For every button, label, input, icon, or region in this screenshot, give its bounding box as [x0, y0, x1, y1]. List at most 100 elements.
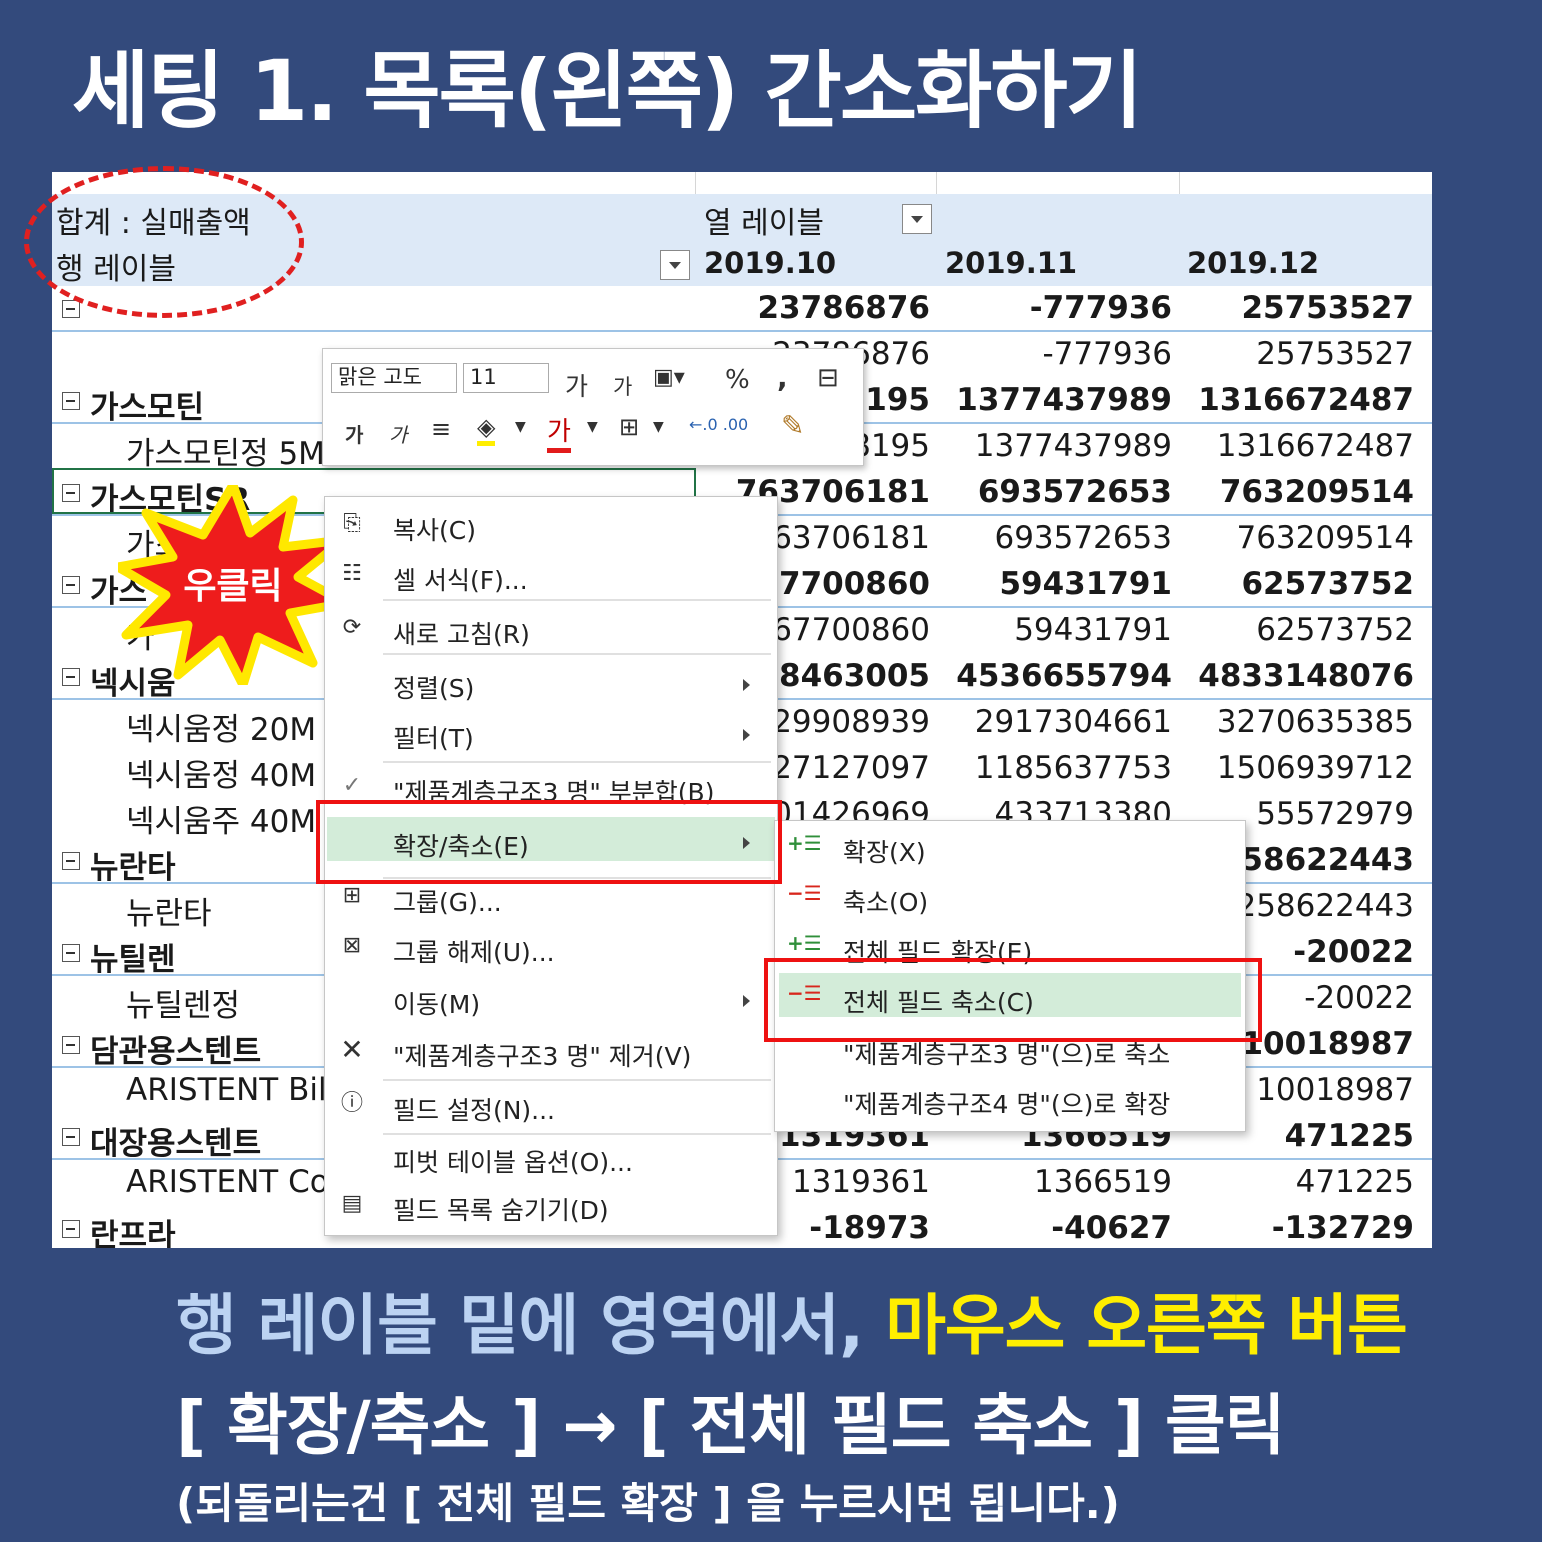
caption-line-1-a: 행 레이블 밑에 영역에서, — [176, 1287, 886, 1364]
value-cell: 58463005 — [757, 658, 930, 694]
borders-dropdown-icon[interactable]: ▼ — [653, 419, 664, 435]
caption-line-3: (되돌리는건 [ 전체 필드 확장 ] 을 누르시면 됩니다.) — [176, 1479, 1120, 1528]
context-menu-item[interactable]: 필드 목록 숨기기(D) — [393, 1191, 609, 1227]
percent-icon[interactable]: % — [725, 365, 750, 395]
italic-icon[interactable]: 가 — [389, 419, 407, 448]
font-size-box[interactable]: 11 — [463, 363, 549, 393]
context-menu-item[interactable]: 그룹 해제(U)... — [393, 933, 555, 969]
context-menu-item[interactable]: "제품계층구조3 명" 제거(V) — [393, 1037, 691, 1073]
value-cell: 62573752 — [1241, 566, 1414, 602]
submenu-item[interactable]: 확장(X) — [843, 833, 926, 869]
value-cell: 3270635385 — [1216, 704, 1414, 740]
context-menu-item[interactable]: 복사(C) — [393, 511, 476, 547]
value-cell: 62573752 — [1256, 612, 1414, 648]
value-cell: 1319361 — [791, 1164, 930, 1200]
column-header: 2019.10 — [704, 246, 837, 280]
highlight-box-expand-collapse — [316, 800, 782, 884]
field-settings-icon: ⓘ — [340, 1091, 363, 1116]
row-label-cell: 란프라 — [90, 1218, 176, 1248]
row-label-cell: 대장용스텐트 — [90, 1126, 262, 1162]
copy-icon: ⎘ — [343, 511, 361, 536]
font-color-icon[interactable]: 가 — [547, 411, 571, 453]
context-menu-item[interactable]: 새로 고침(R) — [393, 615, 530, 651]
col-label: 열 레이블 — [704, 206, 824, 241]
value-cell: 1366519 — [1033, 1164, 1172, 1200]
mini-toolbar: 맑은 고도 11 가 가 ▣▾ % , ⊟ 가 가 ≡ ◈ ▼ 가 ▼ ⊞ ▼ … — [322, 348, 864, 466]
value-cell: 25753527 — [1241, 290, 1414, 326]
accounting-format-icon[interactable]: ▣▾ — [653, 365, 685, 390]
value-cell: 471225 — [1284, 1118, 1414, 1154]
row-label-cell: 가스모틴정 5M — [126, 436, 325, 472]
ungroup-icon: ⊠ — [342, 933, 362, 958]
refresh-icon: ⟳ — [342, 615, 362, 640]
align-center-icon[interactable]: ≡ — [431, 415, 451, 443]
value-cell: 4536655794 — [956, 658, 1172, 694]
value-cell: 763209514 — [1219, 474, 1414, 510]
collapse-toggle-icon[interactable] — [62, 576, 80, 594]
context-menu-item[interactable]: 셀 서식(F)... — [393, 561, 528, 597]
collapse-toggle-icon[interactable] — [62, 1036, 80, 1054]
value-cell: 4833148076 — [1198, 658, 1414, 694]
expand-all-icon: +☰ — [787, 931, 822, 955]
submenu-item[interactable]: 축소(O) — [843, 883, 928, 919]
row-label-cell: ARISTENT Col — [126, 1164, 338, 1200]
value-cell: 127127097 — [752, 750, 930, 786]
shrink-font-icon[interactable]: 가 — [613, 371, 632, 401]
value-cell: 25753527 — [1256, 336, 1414, 372]
comma-style-icon[interactable]: , — [777, 361, 788, 394]
collapse-toggle-icon[interactable] — [62, 668, 80, 686]
value-cell: 2917304661 — [974, 704, 1172, 740]
context-menu-item[interactable]: 피벗 테이블 옵션(O)... — [393, 1143, 633, 1179]
fill-color-icon[interactable]: ◈ — [477, 413, 496, 446]
value-cell: 1506939712 — [1216, 750, 1414, 786]
right-click-burst: 우클릭 — [118, 485, 348, 685]
submenu-arrow-icon — [743, 995, 750, 1007]
borders-icon[interactable]: ⊞ — [619, 413, 639, 441]
row-label-cell: 넥시움주 40M — [126, 804, 317, 840]
value-cell: 258622443 — [1236, 888, 1414, 924]
value-cell: 1377437989 — [974, 428, 1172, 464]
wrap-columns-icon[interactable]: ⊟ — [817, 363, 839, 393]
submenu-item[interactable]: "제품계층구조4 명"(으)로 확장 — [843, 1085, 1170, 1121]
font-name-box[interactable]: 맑은 고도 — [331, 363, 457, 393]
value-cell: 1185637753 — [974, 750, 1172, 786]
fill-color-dropdown-icon[interactable]: ▼ — [515, 419, 526, 435]
collapse-toggle-icon[interactable] — [62, 852, 80, 870]
caption-line-1: 행 레이블 밑에 영역에서, 마우스 오른쪽 버튼 — [176, 1272, 1408, 1368]
value-cell: 1377437989 — [956, 382, 1172, 418]
bold-icon[interactable]: 가 — [345, 419, 363, 448]
collapse-toggle-icon[interactable] — [62, 1220, 80, 1238]
value-cell: 258622443 — [1219, 842, 1414, 878]
paint-brush-icon[interactable]: ✎ — [781, 409, 804, 442]
value-cell: 763706181 — [752, 520, 930, 556]
col-label-filter-button[interactable] — [902, 204, 932, 234]
row-label-cell: 뉴란타 — [90, 850, 176, 886]
row-label-cell: 뉴틸렌 — [90, 942, 176, 978]
increase-decimal-icon[interactable]: ←.0 .00 — [689, 415, 748, 434]
context-menu-item[interactable]: 필드 설정(N)... — [393, 1091, 555, 1127]
grow-font-icon[interactable]: 가 — [565, 367, 588, 403]
value-cell: -18973 — [809, 1210, 930, 1246]
row-label-cell: 가스모틴 — [90, 390, 205, 426]
context-menu-item[interactable]: 정렬(S) — [393, 669, 474, 705]
collapse-toggle-icon[interactable] — [62, 300, 80, 318]
value-cell: 59431791 — [1014, 612, 1172, 648]
collapse-toggle-icon[interactable] — [62, 1128, 80, 1146]
row-label-filter-button[interactable] — [660, 250, 690, 280]
menu-separator — [383, 1133, 771, 1135]
collapse-toggle-icon[interactable] — [62, 392, 80, 410]
caption-line-2: [ 확장/축소 ] → [ 전체 필드 축소 ] 클릭 — [176, 1387, 1286, 1464]
value-cell: 1316672487 — [1216, 428, 1414, 464]
context-menu-item[interactable]: 그룹(G)... — [393, 883, 502, 919]
annotation-dashed-oval — [24, 166, 304, 318]
context-menu-item[interactable]: 이동(M) — [393, 985, 480, 1021]
value-cell: -777936 — [1042, 336, 1172, 372]
context-menu-item[interactable]: 필터(T) — [393, 719, 474, 755]
font-color-dropdown-icon[interactable]: ▼ — [587, 419, 598, 435]
menu-separator — [383, 599, 771, 601]
value-cell: 55572979 — [1256, 796, 1414, 832]
collapse-toggle-icon[interactable] — [62, 944, 80, 962]
caption-line-1-b: 마우스 오른쪽 버튼 — [885, 1287, 1408, 1364]
submenu-arrow-icon — [743, 729, 750, 741]
value-cell: -132729 — [1271, 1210, 1414, 1246]
